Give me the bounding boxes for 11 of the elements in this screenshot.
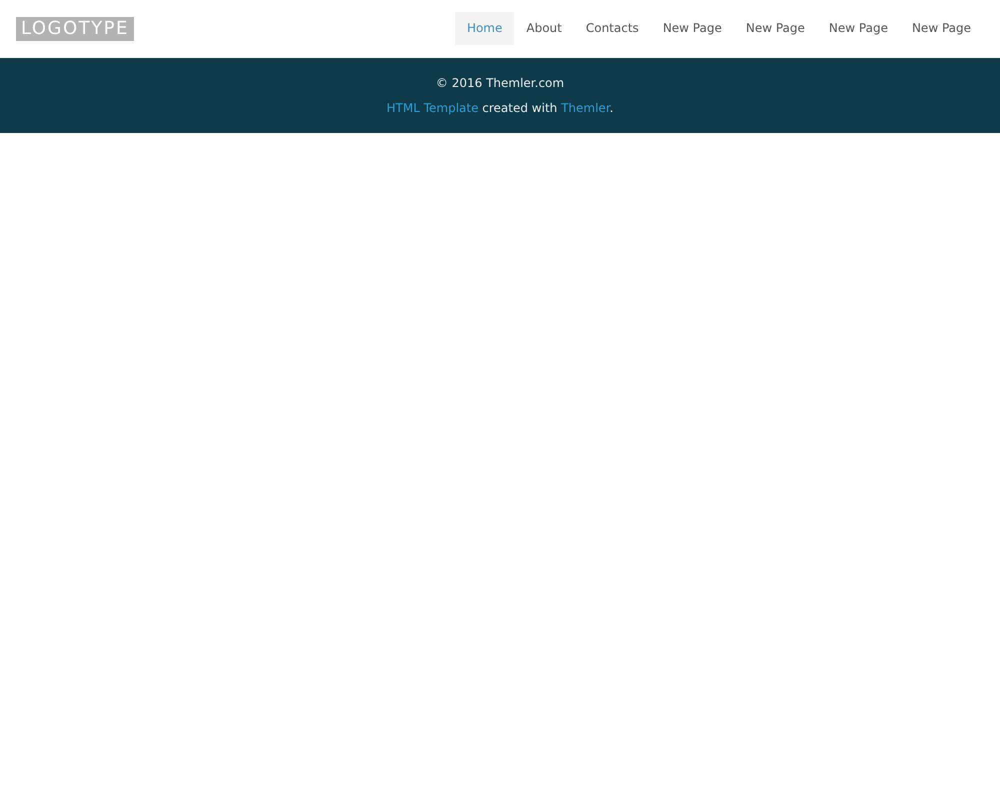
nav-link[interactable]: New Page	[734, 12, 817, 45]
footer-link[interactable]: HTML Template	[386, 101, 478, 115]
logo: LOGOTYPE	[16, 17, 134, 41]
footer-link[interactable]: Themler	[561, 101, 610, 115]
nav-link[interactable]: About	[514, 12, 574, 45]
nav-link[interactable]: New Page	[650, 12, 734, 45]
credit-text: HTML Template created with Themler.	[386, 100, 614, 116]
nav-link[interactable]: New Page	[816, 12, 900, 45]
nav-link[interactable]: New Page	[900, 12, 983, 45]
nav-link[interactable]: Contacts	[574, 12, 651, 45]
copyright-text: © 2016 Themler.com	[436, 75, 564, 91]
